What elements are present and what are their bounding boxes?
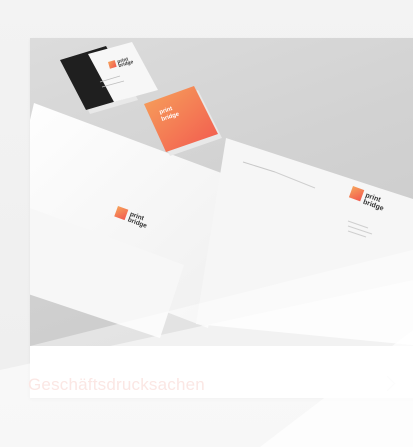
business-card-orange: print bridge xyxy=(144,86,222,156)
category-card[interactable]: print bridge print bridge print bridge p… xyxy=(30,38,413,398)
card-title[interactable]: Geschäftsdrucksachen xyxy=(28,375,205,395)
stationery-mockup-illustration: print bridge print bridge print bridge p… xyxy=(30,42,413,346)
page-root: print bridge print bridge print bridge p… xyxy=(0,0,413,447)
stationery-mockup-image[interactable]: print bridge print bridge print bridge p… xyxy=(30,38,413,346)
business-card-dark: print bridge xyxy=(60,42,158,114)
